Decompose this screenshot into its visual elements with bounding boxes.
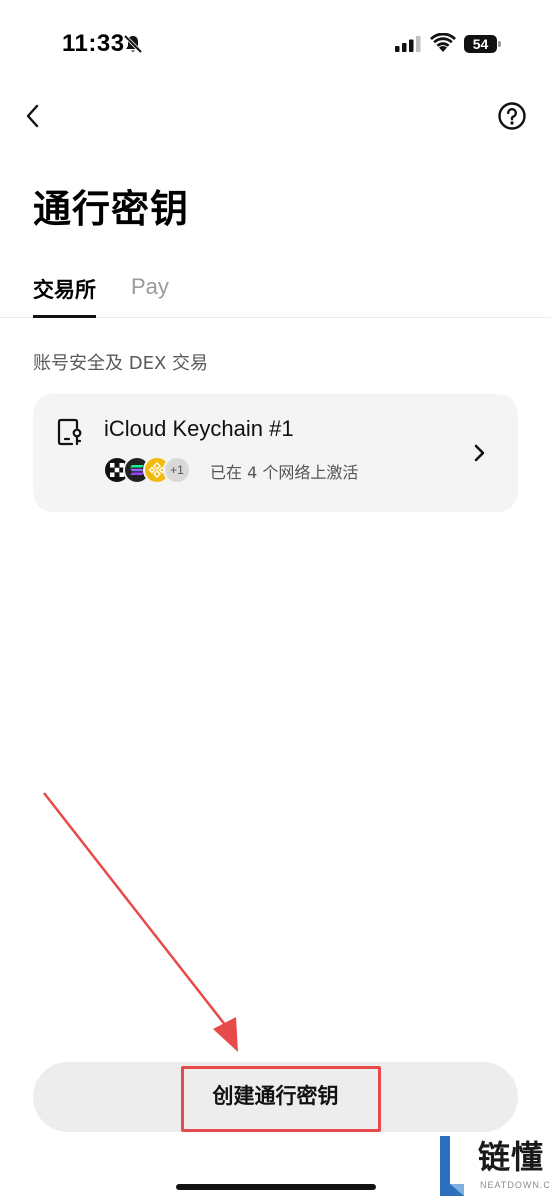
page-title: 通行密钥 [33,187,190,231]
section-label: 账号安全及 DEX 交易 [33,353,209,374]
battery-icon: 54 [464,35,502,53]
chevron-right-icon [474,444,485,462]
tab-bar: 交易所 Pay [0,268,551,318]
chevron-left-icon[interactable] [20,100,48,132]
status-time: 11:33 [62,30,125,57]
home-indicator [176,1184,376,1190]
passkey-device-icon [57,418,82,446]
passkey-status: 已在 4 个网络上激活 [210,463,359,482]
watermark-sub: NEATDOWN.COM [480,1180,551,1190]
battery-cap [498,41,501,47]
watermark: 链懂 NEATDOWN.COM [434,1132,551,1200]
passkey-name: iCloud Keychain #1 [104,416,294,441]
bell-slash-icon [123,34,143,54]
question-circle-icon[interactable] [497,101,527,131]
battery-level: 54 [464,35,497,53]
status-bar: 11:33 54 [0,0,551,90]
tab-pay[interactable]: Pay [131,274,169,318]
watermark-logo [440,1136,464,1196]
annotation-highlight-box [181,1066,381,1132]
signal-icon [395,36,421,52]
watermark-text: 链懂 [478,1138,545,1176]
tab-exchange[interactable]: 交易所 [33,274,96,318]
chain-icons: +1 [103,456,198,484]
wifi-icon [430,33,456,52]
more-chains-badge: +1 [163,456,191,484]
passkey-card[interactable]: iCloud Keychain #1 +1 已在 4 个网络上激活 [33,394,518,512]
